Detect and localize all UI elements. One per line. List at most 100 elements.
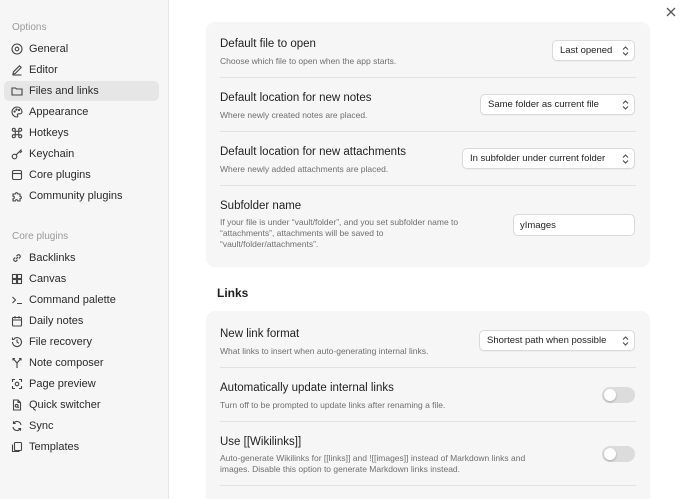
setting-new-notes-location: Default location for new notes Where new… bbox=[220, 90, 636, 132]
links-section-heading: Links bbox=[217, 286, 249, 300]
setting-description-line: images. Disable this option to generate … bbox=[220, 464, 461, 474]
sync-icon bbox=[11, 420, 23, 432]
setting-use-wikilinks: Use [[Wikilinks]] Auto-generate Wikilink… bbox=[220, 434, 636, 486]
setting-description-line: “vault/folder/attachments”. bbox=[220, 239, 319, 249]
use-wikilinks-toggle[interactable] bbox=[602, 446, 635, 462]
sidebar-item-core-plugins[interactable]: Core plugins bbox=[4, 165, 159, 185]
sidebar-item-label: Templates bbox=[29, 441, 80, 453]
sidebar-item-label: Core plugins bbox=[29, 169, 91, 181]
dropdown-value: In subfolder under current folder bbox=[470, 153, 606, 164]
settings-sidebar: Options General Editor Files and links A… bbox=[0, 0, 169, 499]
sidebar-item-hotkeys[interactable]: Hotkeys bbox=[4, 123, 159, 143]
divider bbox=[220, 185, 636, 186]
sidebar-item-keychain[interactable]: Keychain bbox=[4, 144, 159, 164]
new-link-format-dropdown[interactable]: Shortest path when possible bbox=[479, 330, 635, 351]
templates-icon bbox=[11, 441, 23, 453]
files-settings-card: Default file to open Choose which file t… bbox=[206, 22, 650, 267]
setting-description: Where newly created notes are placed. bbox=[220, 110, 368, 120]
close-icon bbox=[666, 7, 676, 17]
folder-icon bbox=[11, 85, 23, 97]
attachments-location-dropdown[interactable]: In subfolder under current folder bbox=[462, 148, 635, 169]
close-button[interactable] bbox=[664, 5, 678, 19]
setting-description-line: Auto-generate Wikilinks for [[links]] an… bbox=[220, 453, 526, 463]
sidebar-item-label: Canvas bbox=[29, 273, 67, 285]
sidebar-item-label: Note composer bbox=[29, 357, 104, 369]
history-icon bbox=[11, 336, 23, 348]
setting-description-line: If your file is under “vault/folder”, an… bbox=[220, 217, 459, 227]
setting-auto-update-links: Automatically update internal links Turn… bbox=[220, 380, 636, 422]
setting-default-file: Default file to open Choose which file t… bbox=[220, 36, 636, 78]
auto-update-links-toggle[interactable] bbox=[602, 387, 635, 403]
new-notes-location-dropdown[interactable]: Same folder as current file bbox=[480, 94, 635, 115]
plug-icon bbox=[11, 169, 23, 181]
setting-description: What links to insert when auto-generatin… bbox=[220, 346, 429, 356]
sidebar-item-label: Daily notes bbox=[29, 315, 84, 327]
calendar-icon bbox=[11, 315, 23, 327]
sidebar-item-label: Command palette bbox=[29, 294, 116, 306]
setting-name: Automatically update internal links bbox=[220, 382, 394, 394]
subfolder-name-input[interactable] bbox=[513, 214, 635, 236]
dropdown-value: Same folder as current file bbox=[488, 99, 599, 110]
sidebar-item-canvas[interactable]: Canvas bbox=[4, 269, 159, 289]
sidebar-item-label: Quick switcher bbox=[29, 399, 101, 411]
core-plugins-section-title: Core plugins bbox=[12, 231, 69, 242]
setting-name: Use [[Wikilinks]] bbox=[220, 436, 302, 448]
divider bbox=[220, 421, 636, 422]
divider bbox=[220, 485, 636, 486]
sidebar-item-label: Files and links bbox=[29, 85, 99, 97]
merge-icon bbox=[11, 357, 23, 369]
sidebar-item-label: Page preview bbox=[29, 378, 96, 390]
chevron-updown-icon bbox=[622, 100, 629, 110]
setting-description: Turn off to be prompted to update links … bbox=[220, 400, 446, 410]
settings-circle-icon bbox=[11, 43, 23, 55]
dropdown-value: Shortest path when possible bbox=[487, 335, 607, 346]
sidebar-item-command-palette[interactable]: Command palette bbox=[4, 290, 159, 310]
setting-description: Where newly added attachments are placed… bbox=[220, 164, 389, 174]
key-icon bbox=[11, 148, 23, 160]
preview-icon bbox=[11, 378, 23, 390]
canvas-icon bbox=[11, 273, 23, 285]
sidebar-item-quick-switcher[interactable]: Quick switcher bbox=[4, 395, 159, 415]
setting-name: New link format bbox=[220, 328, 300, 340]
backlinks-icon bbox=[11, 252, 23, 264]
sidebar-item-label: File recovery bbox=[29, 336, 92, 348]
sidebar-item-label: Editor bbox=[29, 64, 58, 76]
sidebar-item-label: General bbox=[29, 43, 69, 55]
sidebar-item-general[interactable]: General bbox=[4, 39, 159, 59]
sidebar-item-editor[interactable]: Editor bbox=[4, 60, 159, 80]
dropdown-value: Last opened bbox=[560, 45, 613, 56]
sidebar-item-file-recovery[interactable]: File recovery bbox=[4, 332, 159, 352]
setting-name: Default file to open bbox=[220, 38, 316, 50]
links-settings-card: New link format What links to insert whe… bbox=[206, 311, 650, 499]
setting-description-line: “attachments”, attachments will be saved… bbox=[220, 228, 384, 238]
sidebar-item-label: Hotkeys bbox=[29, 127, 69, 139]
sidebar-item-sync[interactable]: Sync bbox=[4, 416, 159, 436]
sidebar-item-page-preview[interactable]: Page preview bbox=[4, 374, 159, 394]
setting-description: Choose which file to open when the app s… bbox=[220, 56, 397, 66]
chevron-updown-icon bbox=[622, 336, 629, 346]
sidebar-item-templates[interactable]: Templates bbox=[4, 437, 159, 457]
toggle-knob bbox=[604, 448, 616, 460]
toggle-knob bbox=[604, 389, 616, 401]
terminal-icon bbox=[11, 294, 23, 306]
sidebar-item-label: Sync bbox=[29, 420, 54, 432]
setting-name: Subfolder name bbox=[220, 200, 302, 212]
sidebar-item-label: Backlinks bbox=[29, 252, 76, 264]
file-search-icon bbox=[11, 399, 23, 411]
default-file-dropdown[interactable]: Last opened bbox=[552, 40, 635, 61]
options-section-title: Options bbox=[12, 22, 47, 33]
command-icon bbox=[11, 127, 23, 139]
sidebar-item-daily-notes[interactable]: Daily notes bbox=[4, 311, 159, 331]
sidebar-item-community-plugins[interactable]: Community plugins bbox=[4, 186, 159, 206]
sidebar-item-note-composer[interactable]: Note composer bbox=[4, 353, 159, 373]
sidebar-item-files-and-links[interactable]: Files and links bbox=[4, 81, 159, 101]
palette-icon bbox=[11, 106, 23, 118]
sidebar-item-label: Appearance bbox=[29, 106, 89, 118]
setting-subfolder-name: Subfolder name If your file is under “va… bbox=[220, 198, 636, 258]
sidebar-item-appearance[interactable]: Appearance bbox=[4, 102, 159, 122]
divider bbox=[220, 131, 636, 132]
sidebar-item-backlinks[interactable]: Backlinks bbox=[4, 248, 159, 268]
puzzle-icon bbox=[11, 190, 23, 202]
divider bbox=[220, 367, 636, 368]
divider bbox=[220, 77, 636, 78]
